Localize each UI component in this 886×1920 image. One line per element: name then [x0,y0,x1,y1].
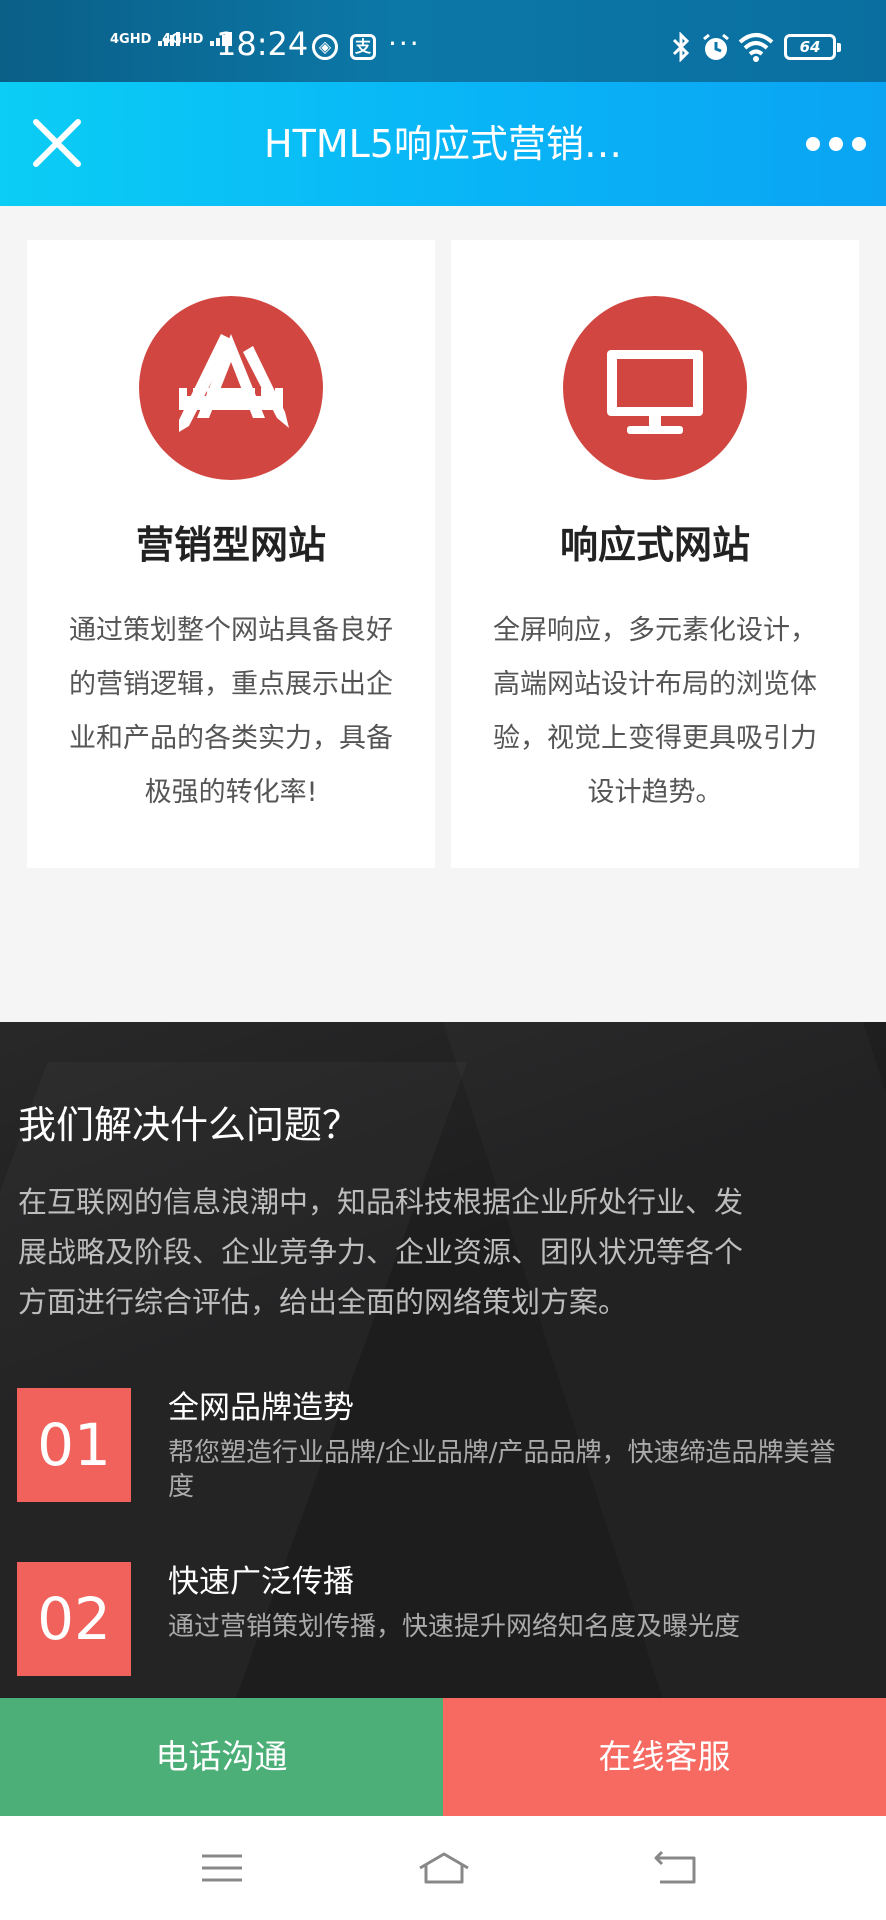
back-icon[interactable] [646,1838,706,1898]
section-title: 我们解决什么问题？ [18,1103,361,1147]
home-icon[interactable] [414,1838,474,1898]
app-header: HTML5响应式营销… [0,82,886,206]
more-notifications-icon: ··· [388,27,421,60]
system-nav-bar [0,1816,886,1920]
close-icon[interactable] [26,112,88,174]
monitor-icon [563,296,747,480]
phone-call-button[interactable]: 电话沟通 [0,1698,443,1816]
item-number-badge: 01 [17,1388,131,1502]
status-bar: 4GHD 4GHD 18:24 ◈ 支 ··· 64 [0,0,886,82]
problem-item: 01 全网品牌造势 帮您塑造行业品牌/企业品牌/产品品牌，快速缔造品牌美誉度 [17,1388,869,1508]
card-description-line: 全屏响应，多元素化设计， [493,615,817,646]
more-icon[interactable] [806,122,866,166]
item-title: 快速广泛传播 [168,1564,354,1600]
section-description-line: 在互联网的信息浪潮中，知品科技根据企业所处行业、发 [18,1185,744,1219]
bluetooth-icon [672,32,690,62]
card-description: 通过策划整个网站具备良好 的营销逻辑，重点展示出企 业和产品的各类实力，具备 极… [47,604,415,820]
menu-icon[interactable] [192,1838,252,1898]
card-description-line: 业和产品的各类实力，具备 [69,723,393,754]
alipay-icon: 支 [350,34,376,60]
card-description-line: 的营销逻辑，重点展示出企 [69,669,393,700]
clock: 18:24 [216,25,309,63]
signal-label-1: 4GHD [110,32,152,47]
item-title: 全网品牌造势 [168,1390,354,1426]
section-description: 在互联网的信息浪潮中，知品科技根据企业所处行业、发 展战略及阶段、企业竞争力、企… [18,1177,868,1327]
card-description-line: 设计趋势。 [587,777,723,808]
feature-card-marketing: 营销型网站 通过策划整个网站具备良好 的营销逻辑，重点展示出企 业和产品的各类实… [27,240,435,868]
section-description-line: 展战略及阶段、企业竞争力、企业资源、团队状况等各个 [18,1235,744,1269]
signal-label-2: 4GHD [162,32,204,47]
problem-item: 02 快速广泛传播 通过营销策划传播，快速提升网络知名度及曝光度 [17,1562,869,1682]
feature-card-responsive: 响应式网站 全屏响应，多元素化设计， 高端网站设计布局的浏览体 验，视觉上变得更… [451,240,859,868]
card-description-line: 验，视觉上变得更具吸引力 [493,723,817,754]
card-description-line: 通过策划整个网站具备良好 [69,615,393,646]
item-description: 通过营销策划传播，快速提升网络知名度及曝光度 [168,1612,741,1642]
online-service-button[interactable]: 在线客服 [443,1698,886,1816]
card-description: 全屏响应，多元素化设计， 高端网站设计布局的浏览体 验，视觉上变得更具吸引力 设… [471,604,839,820]
card-description-line: 高端网站设计布局的浏览体 [493,669,817,700]
design-tools-icon [139,296,323,480]
wifi-icon [738,33,774,62]
section-description-line: 方面进行综合评估，给出全面的网络策划方案。 [18,1285,628,1319]
item-number-badge: 02 [17,1562,131,1676]
item-description: 帮您塑造行业品牌/企业品牌/产品品牌，快速缔造品牌美誉度 [168,1438,836,1502]
card-description-line: 极强的转化率! [144,777,318,808]
alarm-icon [703,33,729,60]
app-notification-icon: ◈ [312,34,338,60]
battery-icon: 64 [784,34,841,60]
card-title: 响应式网站 [559,523,750,567]
page-title: HTML5响应式营销… [264,122,622,166]
card-title: 营销型网站 [135,523,326,567]
problems-section: 我们解决什么问题？ 在互联网的信息浪潮中，知品科技根据企业所处行业、发 展战略及… [0,1022,886,1698]
